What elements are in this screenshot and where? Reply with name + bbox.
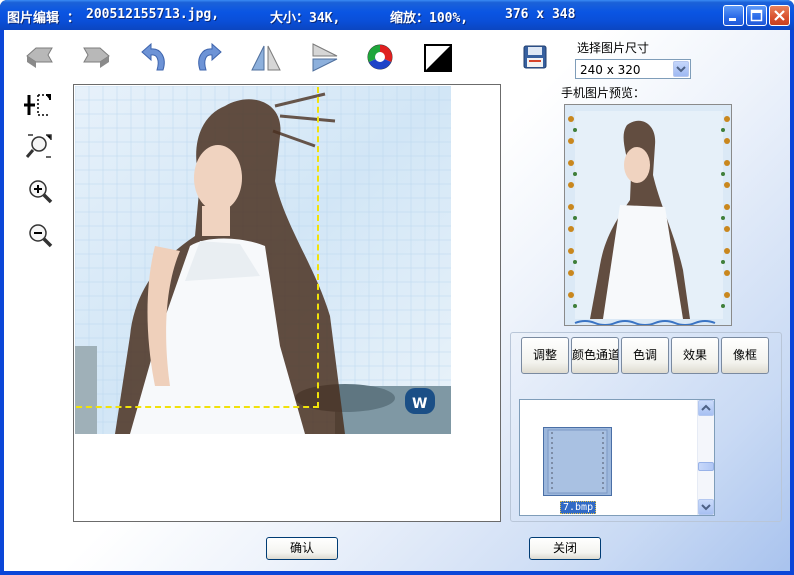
svg-text:W: W: [412, 396, 427, 412]
color-wheel-icon[interactable]: [366, 43, 394, 71]
frame-list-scrollbar[interactable]: [697, 400, 714, 515]
phone-preview: [564, 104, 732, 326]
invert-icon[interactable]: [423, 43, 453, 73]
window-title-size: 大小：34K,: [270, 11, 341, 26]
rotate-left-icon[interactable]: [139, 40, 169, 74]
ok-button[interactable]: 确认: [266, 537, 338, 560]
tab-photo-frame[interactable]: 像框: [721, 337, 769, 374]
image-canvas[interactable]: W: [73, 84, 501, 522]
image-size-select[interactable]: 240 x 320: [575, 59, 691, 79]
maximize-button[interactable]: [746, 5, 767, 26]
app-window: 图片编辑 ： 200512155713.jpg, 大小：34K, 缩放：100%…: [0, 0, 794, 575]
maximize-icon: [750, 9, 763, 22]
size-label: 选择图片尺寸: [577, 41, 650, 55]
chevron-down-icon[interactable]: [673, 61, 689, 77]
minimize-button[interactable]: [723, 5, 744, 26]
preview-image: [565, 105, 731, 325]
flip-horizontal-right-icon[interactable]: [80, 42, 112, 72]
window-title-app: 图片编辑 ：: [7, 11, 80, 26]
frame-thumbnail[interactable]: [543, 427, 612, 496]
zoom-fit-icon[interactable]: [24, 131, 54, 161]
scroll-down-button[interactable]: [698, 499, 714, 515]
close-button[interactable]: 关闭: [529, 537, 601, 560]
window-title-file: 200512155713.jpg,: [86, 7, 220, 22]
edited-photo[interactable]: W: [75, 86, 451, 434]
mirror-vertical-icon[interactable]: [309, 42, 339, 72]
window-title-zoom: 缩放：100%,: [390, 11, 469, 26]
image-size-value: 240 x 320: [580, 63, 641, 77]
minimize-icon: [729, 18, 736, 21]
frame-list[interactable]: 7.bmp: [519, 399, 715, 516]
tab-effects[interactable]: 效果: [671, 337, 719, 374]
tab-color-channel[interactable]: 颜色通道: [571, 337, 619, 374]
close-icon: [774, 10, 785, 21]
close-window-button[interactable]: [769, 5, 790, 26]
client-area: W 选择图片尺寸 240 x 320 手机图片预览： 调整 颜色通道 色调 效果…: [4, 30, 790, 571]
zoom-out-icon[interactable]: [26, 222, 54, 250]
scroll-up-button[interactable]: [698, 400, 714, 416]
frame-item-label[interactable]: 7.bmp: [560, 501, 597, 514]
crop-selection-marquee[interactable]: [76, 87, 319, 408]
window-title-dims: 376 x 348: [505, 7, 576, 22]
tab-adjust[interactable]: 调整: [521, 337, 569, 374]
mirror-horizontal-icon[interactable]: [249, 42, 283, 72]
zoom-in-icon[interactable]: [26, 178, 54, 206]
preview-label: 手机图片预览：: [561, 86, 646, 100]
scroll-thumb[interactable]: [698, 462, 714, 471]
flip-horizontal-left-icon[interactable]: [24, 42, 56, 72]
title-bar[interactable]: 图片编辑 ： 200512155713.jpg, 大小：34K, 缩放：100%…: [0, 0, 794, 30]
crop-select-icon[interactable]: [22, 91, 54, 119]
rotate-right-icon[interactable]: [194, 40, 224, 74]
save-disk-icon[interactable]: [523, 45, 547, 69]
tab-tone[interactable]: 色调: [621, 337, 669, 374]
